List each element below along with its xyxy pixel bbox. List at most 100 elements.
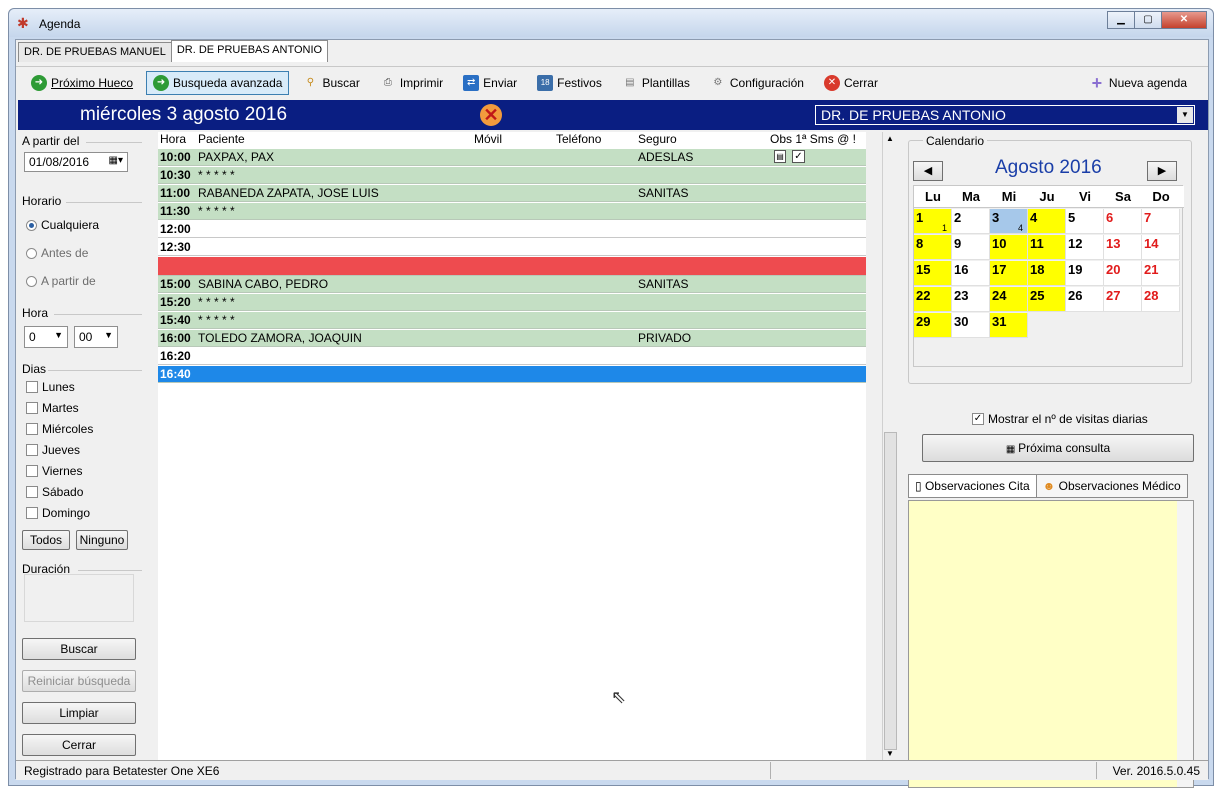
check-jueves[interactable]: Jueves — [26, 443, 80, 457]
hour-select[interactable]: 0 ▼ — [24, 326, 68, 348]
calendar-day[interactable]: 16 — [952, 261, 990, 286]
observations-textarea[interactable] — [908, 500, 1194, 788]
check-miercoles[interactable]: Miércoles — [26, 422, 93, 436]
calendar-day[interactable]: 28 — [1142, 287, 1180, 312]
scroll-up-icon[interactable]: ▲ — [886, 134, 894, 143]
calendar-day[interactable]: 11 — [914, 209, 952, 234]
table-row[interactable]: 11:00 RABANEDA ZAPATA, JOSE LUIS SANITAS — [158, 185, 866, 202]
table-row[interactable]: 12:30 — [158, 239, 866, 256]
check-martes[interactable]: Martes — [26, 401, 79, 415]
minute-select[interactable]: 00 ▼ — [74, 326, 118, 348]
duracion-box — [24, 574, 134, 622]
tab-observaciones-medico[interactable]: ☻ Observaciones Médico — [1035, 474, 1188, 498]
doctor-select-value: DR. DE PRUEBAS ANTONIO — [821, 107, 1006, 123]
grid-scrollbar[interactable]: ▲ ▼ — [882, 132, 898, 760]
calendar-day[interactable]: 13 — [1104, 235, 1142, 260]
calendar-day[interactable]: 26 — [1066, 287, 1104, 312]
festivos-button[interactable]: 18 Festivos — [530, 71, 609, 95]
calendar-day[interactable]: 31 — [990, 313, 1028, 338]
show-visits-checkbox[interactable]: ✓ Mostrar el nº de visitas diarias — [972, 412, 1148, 426]
tab-doctor-manuel[interactable]: DR. DE PRUEBAS MANUEL — [18, 42, 172, 62]
check-domingo[interactable]: Domingo — [26, 506, 90, 520]
calendar-day[interactable]: 7 — [1142, 209, 1180, 234]
calendar-day[interactable]: 9 — [952, 235, 990, 260]
calendar-day[interactable]: 5 — [1066, 209, 1104, 234]
limpiar-button[interactable]: Limpiar — [22, 702, 136, 724]
scroll-down-icon[interactable]: ▼ — [886, 749, 894, 758]
radio-antes-de[interactable]: Antes de — [26, 246, 88, 260]
calendar-day[interactable]: 25 — [1028, 287, 1066, 312]
calendar-day[interactable]: 19 — [1066, 261, 1104, 286]
table-row[interactable]: 12:00 — [158, 221, 866, 238]
calendar-day[interactable]: 34 — [990, 209, 1028, 234]
plantillas-button[interactable]: ▤ Plantillas — [615, 71, 697, 95]
buscar-button[interactable]: ⚲ Buscar — [295, 71, 366, 95]
radio-cualquiera[interactable]: Cualquiera — [26, 218, 99, 232]
check-lunes[interactable]: Lunes — [26, 380, 75, 394]
calendar-day[interactable]: 20 — [1104, 261, 1142, 286]
check-viernes[interactable]: Viernes — [26, 464, 82, 478]
calendar-day[interactable]: 4 — [1028, 209, 1066, 234]
todos-button[interactable]: Todos — [22, 530, 70, 550]
scroll-thumb[interactable] — [884, 432, 897, 750]
cerrar-toolbar-button[interactable]: ✕ Cerrar — [817, 71, 885, 95]
busqueda-avanzada-button[interactable]: ➜ Busqueda avanzada — [146, 70, 290, 95]
calendar-day[interactable]: 15 — [914, 261, 952, 286]
observations-scrollbar[interactable] — [1177, 501, 1193, 787]
chevron-down-icon[interactable]: ▼ — [1177, 107, 1193, 123]
calendar-day[interactable]: 22 — [914, 287, 952, 312]
calendar-day[interactable]: 24 — [990, 287, 1028, 312]
proximo-hueco-button[interactable]: ➜ Próximo Hueco — [24, 71, 140, 95]
calendar-day[interactable]: 30 — [952, 313, 990, 338]
cerrar-toolbar-label: Cerrar — [843, 75, 878, 90]
check-sabado[interactable]: Sábado — [26, 485, 83, 499]
table-row[interactable]: 10:00 PAXPAX, PAX ADESLAS ▤ ✓ — [158, 149, 866, 166]
proxima-consulta-button[interactable]: ▦ Próxima consulta — [922, 434, 1194, 462]
table-row[interactable]: 16:40 — [158, 366, 866, 383]
calendar-day[interactable]: 8 — [914, 235, 952, 260]
calendar-day[interactable]: 27 — [1104, 287, 1142, 312]
table-row[interactable]: 16:20 — [158, 348, 866, 365]
maximize-button[interactable]: ▢ — [1134, 11, 1162, 29]
no-call-icon[interactable]: ✕ — [480, 104, 502, 126]
calendar-day[interactable]: 17 — [990, 261, 1028, 286]
calendar-day[interactable]: 21 — [1142, 261, 1180, 286]
table-row[interactable]: 10:30 * * * * * — [158, 167, 866, 184]
minimize-button[interactable]: ▁ — [1107, 11, 1135, 29]
nueva-agenda-button[interactable]: + Nueva agenda — [1082, 71, 1194, 95]
status-bar: Registrado para Betatester One XE6 Ver. … — [16, 760, 1208, 780]
ninguno-button[interactable]: Ninguno — [76, 530, 128, 550]
calendar-day[interactable]: 14 — [1142, 235, 1180, 260]
table-row[interactable]: 16:00 TOLEDO ZAMORA, JOAQUIN PRIVADO — [158, 330, 866, 347]
calendar-day[interactable]: 12 — [1066, 235, 1104, 260]
prev-month-button[interactable]: ◀ — [913, 161, 943, 181]
observations-icon[interactable]: ▤ — [774, 150, 786, 163]
calendar-day[interactable]: 2 — [952, 209, 990, 234]
table-row[interactable]: 11:30 * * * * * — [158, 203, 866, 220]
configuracion-button[interactable]: ⚙ Configuración — [703, 71, 811, 95]
buscar-search-button[interactable]: Buscar — [22, 638, 136, 660]
table-row[interactable]: 15:20 * * * * * — [158, 294, 866, 311]
calendar-dropdown-icon[interactable]: ▦▾ — [109, 155, 123, 166]
calendar-day[interactable]: 23 — [952, 287, 990, 312]
radio-a-partir-de[interactable]: A partir de — [26, 274, 96, 288]
table-row[interactable] — [158, 257, 866, 276]
calendar-day[interactable]: 10 — [990, 235, 1028, 260]
reiniciar-busqueda-button[interactable]: Reiniciar búsqueda — [22, 670, 136, 692]
calendar-day[interactable]: 11 — [1028, 235, 1066, 260]
next-month-button[interactable]: ▶ — [1147, 161, 1177, 181]
table-row[interactable]: 15:40 * * * * * — [158, 312, 866, 329]
close-button[interactable]: ✕ — [1161, 11, 1207, 29]
calendar-day[interactable]: 18 — [1028, 261, 1066, 286]
enviar-button[interactable]: ⇄ Enviar — [456, 71, 524, 95]
tab-doctor-antonio[interactable]: DR. DE PRUEBAS ANTONIO — [170, 40, 329, 62]
first-visit-checkbox[interactable]: ✓ — [792, 150, 805, 163]
calendar-day[interactable]: 29 — [914, 313, 952, 338]
date-picker[interactable]: 01/08/2016 ▦▾ — [24, 152, 128, 172]
cerrar-search-button[interactable]: Cerrar — [22, 734, 136, 756]
table-row[interactable]: 15:00 SABINA CABO, PEDRO SANITAS — [158, 276, 866, 293]
calendar-day[interactable]: 6 — [1104, 209, 1142, 234]
tab-observaciones-cita[interactable]: ▯ Observaciones Cita — [908, 474, 1037, 498]
imprimir-button[interactable]: ⎙ Imprimir — [373, 71, 450, 95]
doctor-select[interactable]: DR. DE PRUEBAS ANTONIO ▼ — [815, 105, 1195, 125]
